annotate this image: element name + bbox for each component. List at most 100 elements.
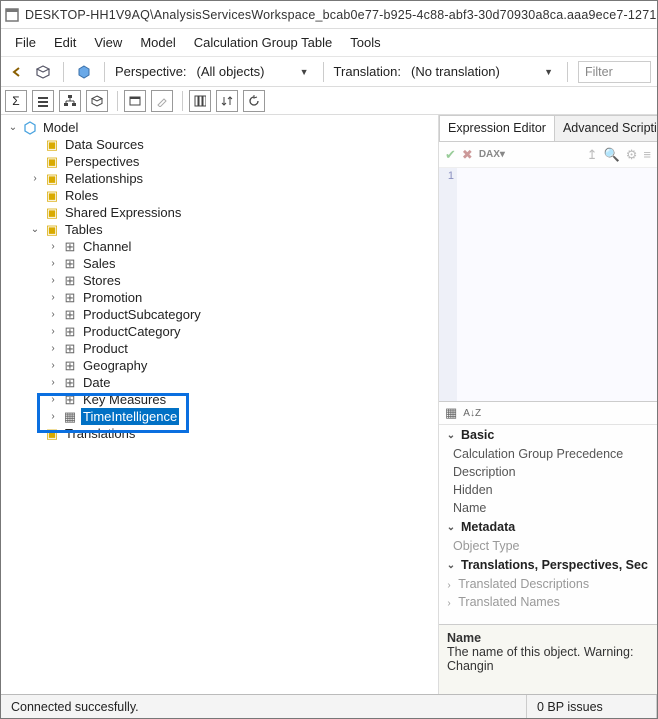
expand-icon[interactable]: › xyxy=(29,170,41,187)
expand-icon[interactable]: › xyxy=(47,408,59,425)
collapse-icon[interactable]: ⌄ xyxy=(29,221,41,238)
sort-icon[interactable] xyxy=(216,90,238,112)
columns-icon[interactable] xyxy=(189,90,211,112)
translation-combo[interactable]: (No translation) ▼ xyxy=(407,61,557,83)
tree-label: Channel xyxy=(81,238,133,255)
tool-icon[interactable]: ↥ xyxy=(587,147,598,163)
expand-icon[interactable]: › xyxy=(47,374,59,391)
menu-tools[interactable]: Tools xyxy=(350,35,380,50)
group-basic[interactable]: ⌄Basic xyxy=(439,425,657,445)
translation-value: (No translation) xyxy=(411,64,500,79)
filter-placeholder: Filter xyxy=(585,65,613,79)
dax-icon[interactable]: DAX▾ xyxy=(479,149,505,160)
tree-node-table[interactable]: ›⊞Product xyxy=(1,340,438,357)
tab-advanced-scripting[interactable]: Advanced Scripting xyxy=(554,115,657,141)
hierarchy-icon[interactable] xyxy=(59,90,81,112)
prop-row[interactable]: › Translated Descriptions xyxy=(439,575,657,593)
tree-node-perspectives[interactable]: ▣ Perspectives xyxy=(1,153,438,170)
tree-node-table[interactable]: ›⊞Sales xyxy=(1,255,438,272)
menu-model[interactable]: Model xyxy=(140,35,175,50)
cube-icon[interactable] xyxy=(33,62,53,82)
table-icon: ⊞ xyxy=(62,324,78,340)
tree-node-roles[interactable]: ▣ Roles xyxy=(1,187,438,204)
expr-toolbar: ✔ ✖ DAX▾ ↥ 🔍 ⚙ ≡ xyxy=(439,142,657,168)
tree-label: Perspectives xyxy=(63,153,141,170)
prop-row[interactable]: › Translated Names xyxy=(439,593,657,611)
editor-content[interactable] xyxy=(457,168,657,401)
sort-az-icon[interactable]: A↓Z xyxy=(463,408,481,419)
tree-node-timeintelligence[interactable]: ›▦TimeIntelligence xyxy=(1,408,438,425)
tree-node-table[interactable]: ›⊞Geography xyxy=(1,357,438,374)
expand-icon[interactable]: › xyxy=(47,289,59,306)
tree-node-table[interactable]: ›⊞Date xyxy=(1,374,438,391)
tree-node-data-sources[interactable]: ▣ Data Sources xyxy=(1,136,438,153)
folder-icon: ▣ xyxy=(44,426,60,442)
right-tabs: Expression Editor Advanced Scripting xyxy=(439,115,657,142)
prop-row[interactable]: Name xyxy=(439,499,657,517)
table-icon: ⊞ xyxy=(62,341,78,357)
window-title: DESKTOP-HH1V9AQ\AnalysisServicesWorkspac… xyxy=(25,8,657,22)
separator xyxy=(323,62,324,82)
separator xyxy=(567,62,568,82)
expand-icon[interactable]: › xyxy=(47,272,59,289)
expand-icon[interactable]: › xyxy=(47,238,59,255)
tree-pane[interactable]: ⌄ Model ▣ Data Sources ▣ Perspectives › … xyxy=(1,115,439,694)
tree-node-table[interactable]: ›⊞ProductCategory xyxy=(1,323,438,340)
tree-label: Model xyxy=(41,119,80,136)
accept-icon[interactable]: ✔ xyxy=(445,147,456,163)
app-icon xyxy=(5,7,19,23)
expression-editor[interactable]: 1 xyxy=(439,168,657,402)
tree-node-tables[interactable]: ⌄ ▣ Tables xyxy=(1,221,438,238)
menu-edit[interactable]: Edit xyxy=(54,35,76,50)
sigma-icon[interactable]: Σ xyxy=(5,90,27,112)
status-bp-issues: 0 BP issues xyxy=(527,695,657,718)
refresh-icon[interactable] xyxy=(243,90,265,112)
expand-icon[interactable]: › xyxy=(47,391,59,408)
collapse-icon[interactable]: ⌄ xyxy=(7,119,19,136)
tree-label: Date xyxy=(81,374,112,391)
tree-node-shared-expr[interactable]: ▣ Shared Expressions xyxy=(1,204,438,221)
cube2-icon[interactable] xyxy=(86,90,108,112)
menu-file[interactable]: File xyxy=(15,35,36,50)
tree-node-table[interactable]: ›⊞ProductSubcategory xyxy=(1,306,438,323)
table-icon: ⊞ xyxy=(62,392,78,408)
menu-view[interactable]: View xyxy=(94,35,122,50)
window-icon[interactable] xyxy=(124,90,146,112)
list-icon[interactable] xyxy=(32,90,54,112)
perspective-combo[interactable]: (All objects) ▼ xyxy=(193,61,313,83)
prop-row[interactable]: Description xyxy=(439,463,657,481)
folder-icon: ▣ xyxy=(44,137,60,153)
deploy-icon[interactable] xyxy=(74,62,94,82)
search-icon[interactable]: 🔍 xyxy=(604,147,620,163)
menu-calc-group-table[interactable]: Calculation Group Table xyxy=(194,35,333,50)
tree-label: Shared Expressions xyxy=(63,204,183,221)
tab-expression-editor[interactable]: Expression Editor xyxy=(439,115,555,141)
properties-grid[interactable]: ⌄Basic Calculation Group Precedence Desc… xyxy=(439,425,657,624)
tree-node-translations[interactable]: ▣ Translations xyxy=(1,425,438,442)
prop-row[interactable]: Object Type xyxy=(439,537,657,555)
table-icon: ⊞ xyxy=(62,358,78,374)
group-metadata[interactable]: ⌄Metadata xyxy=(439,517,657,537)
expand-icon[interactable]: › xyxy=(47,340,59,357)
expand-icon[interactable]: › xyxy=(47,323,59,340)
tree-node-table[interactable]: ›⊞Channel xyxy=(1,238,438,255)
cancel-icon[interactable]: ✖ xyxy=(462,147,473,163)
tree-node-table[interactable]: ›⊞Stores xyxy=(1,272,438,289)
back-icon[interactable] xyxy=(7,62,27,82)
tree-node-model[interactable]: ⌄ Model xyxy=(1,119,438,136)
prop-row[interactable]: Calculation Group Precedence xyxy=(439,445,657,463)
categorized-icon[interactable]: ▦ xyxy=(445,405,457,421)
status-message: Connected succesfully. xyxy=(1,695,527,718)
tree-node-table[interactable]: ›⊞Promotion xyxy=(1,289,438,306)
expand-icon[interactable]: › xyxy=(47,357,59,374)
edit-icon[interactable] xyxy=(151,90,173,112)
group-translations[interactable]: ⌄Translations, Perspectives, Sec xyxy=(439,555,657,575)
expand-icon[interactable]: › xyxy=(47,255,59,272)
filter-input[interactable]: Filter xyxy=(578,61,651,83)
gear-icon[interactable]: ⚙ xyxy=(626,147,638,163)
tree-node-relationships[interactable]: › ▣ Relationships xyxy=(1,170,438,187)
indent-icon[interactable]: ≡ xyxy=(643,147,651,162)
tree-node-table[interactable]: ›⊞Key Measures xyxy=(1,391,438,408)
prop-row[interactable]: Hidden xyxy=(439,481,657,499)
expand-icon[interactable]: › xyxy=(47,306,59,323)
